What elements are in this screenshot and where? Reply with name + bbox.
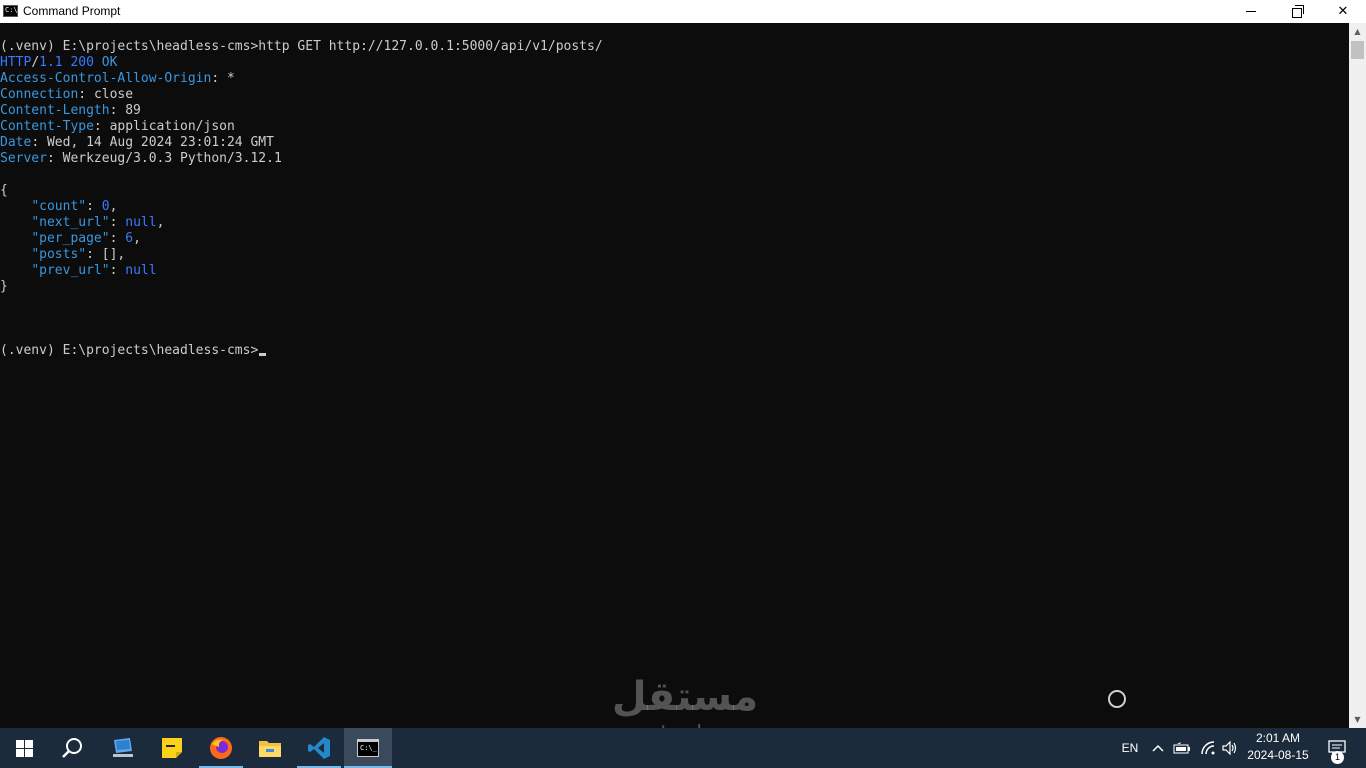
json-key: "next_url"	[31, 215, 110, 230]
cmd-app-icon[interactable]: C:\_	[3, 5, 18, 17]
close-button[interactable]: ✕	[1320, 0, 1366, 23]
clock-time: 2:01 AM	[1255, 731, 1301, 745]
json-value: []	[101, 247, 118, 262]
taskbar-this-pc[interactable]	[99, 728, 147, 768]
json-comma: ,	[109, 199, 118, 214]
notification-count-badge: 1	[1331, 751, 1344, 764]
clock-date: 2024-08-15	[1247, 748, 1309, 762]
folder-icon	[259, 741, 281, 757]
header-value: *	[226, 71, 235, 86]
busy-cursor-icon	[1108, 690, 1126, 708]
header-name: Access-Control-Allow-Origin	[0, 71, 212, 86]
prompt: (.venv) E:\projects\headless-cms>	[0, 39, 259, 54]
status-reason: OK	[101, 55, 118, 70]
status-code: 200	[70, 55, 94, 70]
cmd-icon: C:\_	[357, 739, 379, 757]
console-output: (.venv) E:\projects\headless-cms>http GE…	[0, 39, 603, 358]
minimize-button[interactable]	[1228, 0, 1274, 23]
json-value: 0	[101, 199, 110, 214]
computer-icon	[113, 738, 133, 757]
volume-control[interactable]	[1220, 728, 1240, 768]
speaker-icon	[1222, 741, 1237, 755]
restore-icon	[1292, 4, 1304, 18]
header-value: Wed, 14 Aug 2024 23:01:24 GMT	[46, 135, 274, 150]
close-icon: ✕	[1337, 4, 1349, 19]
scroll-down-arrow-icon[interactable]: ▼	[1349, 711, 1366, 728]
json-value: null	[125, 215, 157, 230]
start-button[interactable]	[0, 728, 48, 768]
windows-logo-icon	[15, 739, 33, 757]
json-comma: ,	[156, 215, 165, 230]
wifi-icon	[1201, 741, 1215, 755]
json-key: "count"	[31, 199, 87, 214]
vertical-scrollbar[interactable]: ▲ ▼	[1349, 23, 1366, 728]
json-value: null	[125, 263, 157, 278]
header-name: Connection	[0, 87, 79, 102]
search-button[interactable]	[48, 728, 96, 768]
taskbar: C:\_ EN 2:01 AM 2024-08-15 1	[0, 728, 1366, 768]
language-indicator[interactable]: EN	[1116, 728, 1144, 768]
chevron-up-icon	[1152, 744, 1164, 752]
minimize-icon	[1246, 11, 1256, 12]
header-name: Date	[0, 135, 32, 150]
tray-overflow-button[interactable]	[1148, 728, 1168, 768]
prompt: (.venv) E:\projects\headless-cms>	[0, 343, 259, 358]
json-value: 6	[125, 231, 134, 246]
taskbar-clock[interactable]: 2:01 AM 2024-08-15	[1240, 730, 1316, 764]
header-value: Werkzeug/3.0.3 Python/3.12.1	[62, 151, 282, 166]
battery-status[interactable]	[1171, 728, 1193, 768]
json-comma: ,	[133, 231, 141, 246]
json-key: "posts"	[31, 247, 87, 262]
sticky-note-icon	[162, 738, 182, 758]
taskbar-vscode[interactable]	[295, 728, 343, 768]
header-name: Content-Length	[0, 103, 110, 118]
command-text: http GET http://127.0.0.1:5000/api/v1/po…	[258, 39, 603, 54]
status-version: 1.1	[39, 55, 63, 70]
watermark-arabic: مستقل	[611, 674, 759, 720]
restore-button[interactable]	[1274, 0, 1320, 23]
svg-text:C:\_: C:\_	[360, 744, 378, 752]
network-status[interactable]	[1197, 728, 1219, 768]
firefox-icon	[210, 737, 232, 759]
action-center-button[interactable]: 1	[1322, 728, 1352, 768]
taskbar-sticky-notes[interactable]	[148, 728, 196, 768]
status-slash: /	[31, 55, 40, 70]
console-area[interactable]: (.venv) E:\projects\headless-cms>http GE…	[0, 23, 1349, 728]
scroll-up-arrow-icon[interactable]: ▲	[1349, 23, 1366, 40]
status-proto: HTTP	[0, 55, 32, 70]
json-open-brace: {	[0, 183, 8, 198]
scroll-thumb[interactable]	[1351, 41, 1364, 59]
header-value: 89	[125, 103, 141, 118]
json-close-brace: }	[0, 279, 8, 294]
header-value: close	[93, 87, 134, 102]
header-name: Content-Type	[0, 119, 94, 134]
json-key: "per_page"	[31, 231, 110, 246]
json-comma: ,	[117, 247, 126, 262]
json-key: "prev_url"	[31, 263, 110, 278]
header-name: Server	[0, 151, 47, 166]
window-title-bar[interactable]: C:\_ Command Prompt ✕	[0, 0, 1366, 23]
taskbar-firefox[interactable]	[197, 728, 245, 768]
header-value: application/json	[109, 119, 235, 134]
taskbar-command-prompt[interactable]: C:\_	[344, 728, 392, 768]
vscode-icon	[308, 737, 330, 759]
text-cursor	[259, 353, 267, 356]
battery-icon	[1173, 742, 1190, 754]
search-icon	[62, 738, 82, 758]
taskbar-file-explorer[interactable]	[246, 728, 294, 768]
window-title: Command Prompt	[23, 4, 121, 18]
